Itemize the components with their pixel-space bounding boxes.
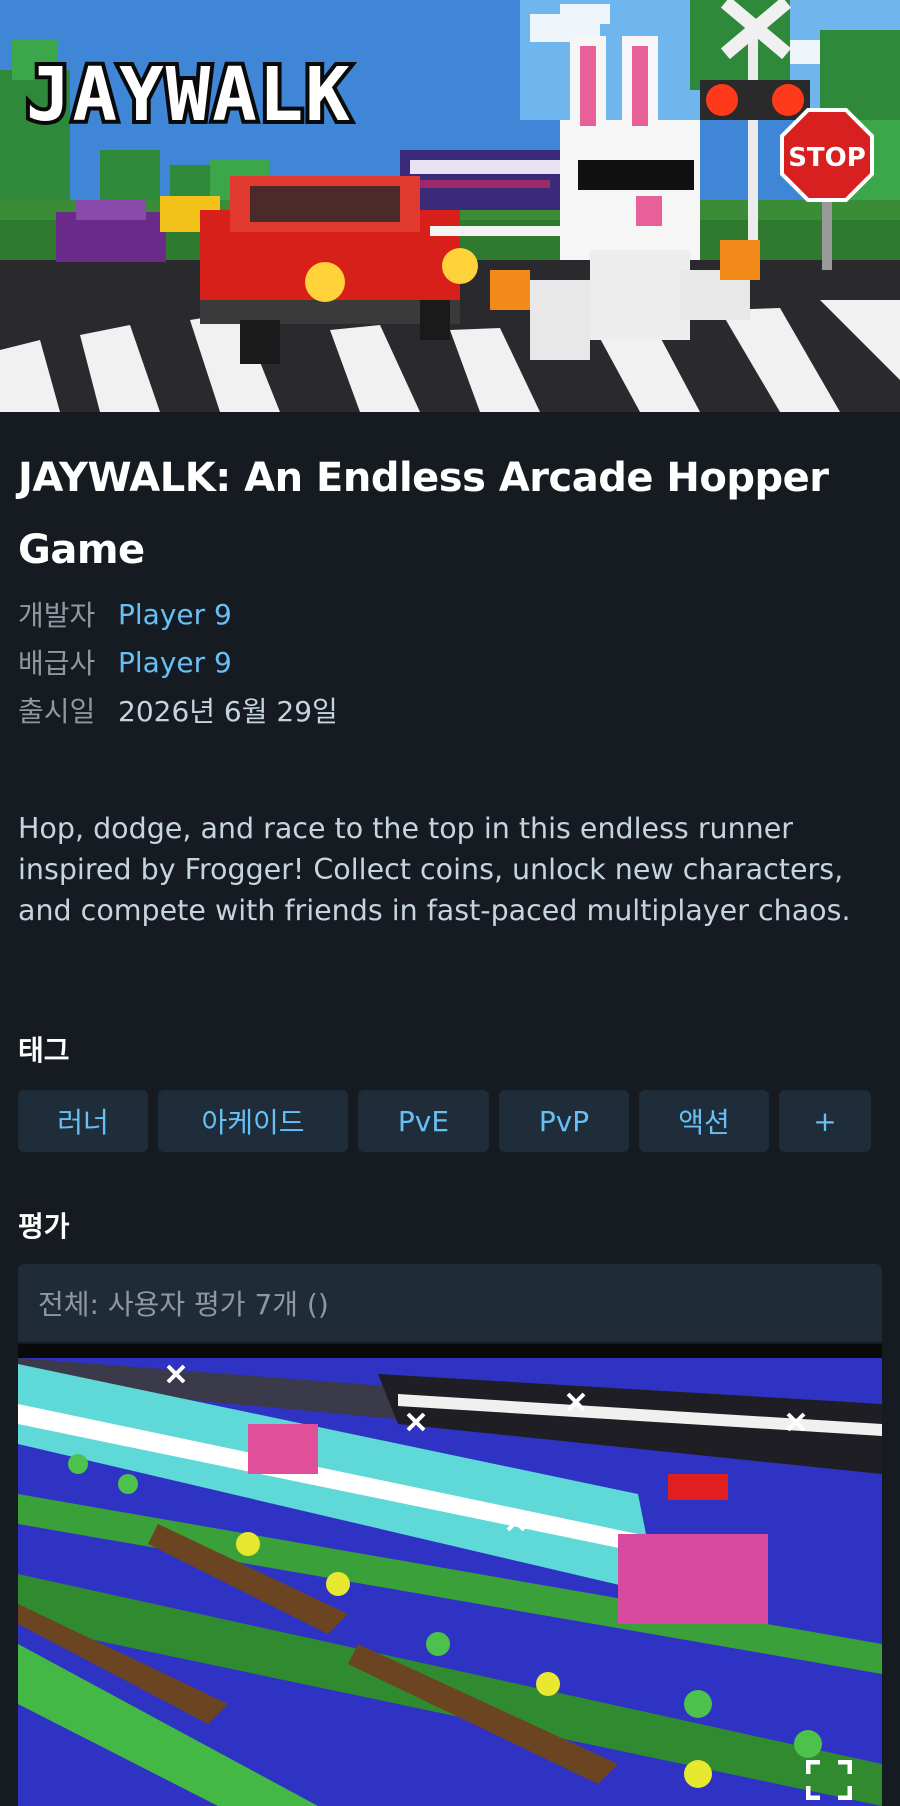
tags-heading: 태그 — [18, 1034, 70, 1067]
stop-sign-text: STOP — [788, 143, 866, 173]
developer-row: 개발자 Player 9 — [18, 590, 882, 638]
publisher-row: 배급사 Player 9 — [18, 638, 882, 686]
tag-arcade[interactable]: 아케이드 — [158, 1090, 348, 1152]
game-logo-text: JAYWALK — [26, 52, 352, 138]
reviews-heading: 평가 — [18, 1210, 70, 1243]
tag-action[interactable]: 액션 — [639, 1090, 769, 1152]
release-row: 출시일 2026년 6월 29일 — [18, 686, 882, 734]
more-tags-button[interactable]: + — [779, 1090, 871, 1152]
developer-label: 개발자 — [18, 599, 96, 632]
tag-list: 러너 아케이드 PvE PvP 액션 + — [18, 1090, 888, 1152]
hero-artwork: STOP JAYWALK — [0, 0, 900, 412]
game-meta: 개발자 Player 9 배급사 Player 9 출시일 2026년 6월 2… — [18, 590, 882, 734]
expand-icon[interactable] — [806, 1760, 852, 1800]
release-date: 2026년 6월 29일 — [118, 695, 338, 728]
game-title: JAYWALK: An Endless Arcade Hopper Game — [18, 455, 829, 573]
publisher-label: 배급사 — [18, 647, 96, 680]
publisher-link[interactable]: Player 9 — [118, 646, 232, 679]
tag-pve[interactable]: PvE — [358, 1090, 489, 1152]
gameplay-screenshot[interactable] — [18, 1344, 882, 1806]
review-summary[interactable]: 전체: 사용자 평가 7개 () — [18, 1264, 882, 1342]
release-label: 출시일 — [18, 695, 96, 728]
hero-banner: STOP JAYWALK — [0, 0, 900, 412]
gameplay-artwork — [18, 1344, 882, 1806]
developer-link[interactable]: Player 9 — [118, 598, 232, 631]
tag-pvp[interactable]: PvP — [499, 1090, 629, 1152]
game-description: Hop, dodge, and race to the top in this … — [18, 812, 851, 927]
tag-runner[interactable]: 러너 — [18, 1090, 148, 1152]
